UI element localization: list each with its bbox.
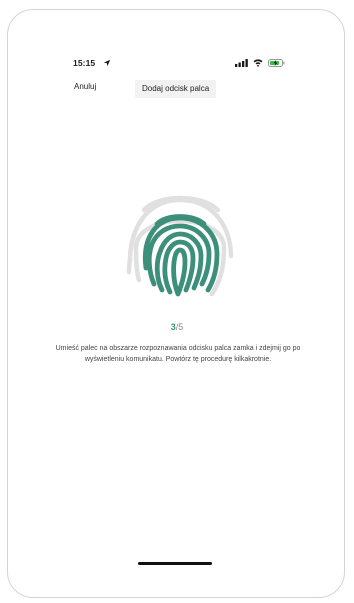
status-time: 15:15 <box>73 58 96 68</box>
status-icons <box>235 58 287 68</box>
location-arrow-icon <box>103 59 111 67</box>
page-title: Dodaj odcisk palca <box>135 80 217 98</box>
fingerprint-icon <box>126 195 234 297</box>
wifi-icon <box>253 59 263 67</box>
progress-total: /5 <box>175 322 184 332</box>
home-indicator[interactable] <box>138 562 212 565</box>
status-bar: 15:15 <box>73 58 287 70</box>
progress-counter: 3/5 <box>0 322 354 332</box>
cancel-button[interactable]: Anuluj <box>74 82 96 91</box>
cellular-signal-icon <box>235 59 248 67</box>
nav-bar: Anuluj Dodaj odcisk palca <box>74 80 294 98</box>
battery-charging-icon <box>268 59 285 67</box>
instruction-text: Umieść palec na obszarze rozpoznawania o… <box>55 345 301 364</box>
